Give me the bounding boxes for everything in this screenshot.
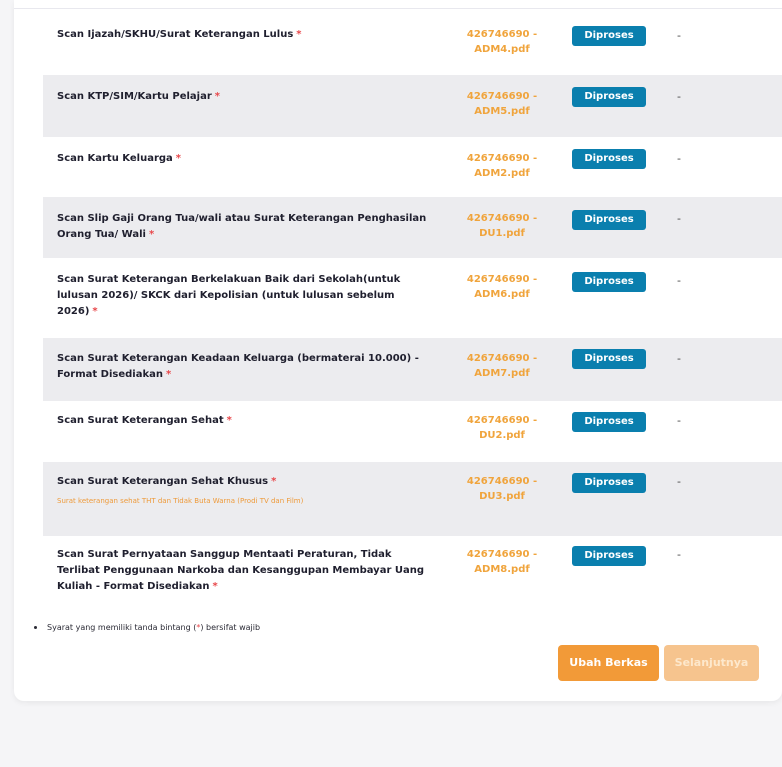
document-label: Scan KTP/SIM/Kartu Pelajar * — [57, 91, 220, 102]
remark-text: - — [677, 548, 681, 561]
required-star: * — [271, 476, 277, 487]
status-badge: Diproses — [572, 26, 646, 46]
document-label: Scan Kartu Keluarga * — [57, 153, 182, 164]
file-link[interactable]: 426746690 - DU1.pdf — [462, 211, 542, 241]
remark-text: - — [677, 352, 681, 365]
required-star: * — [214, 91, 220, 102]
edit-files-button[interactable]: Ubah Berkas — [558, 645, 659, 681]
remark-text: - — [677, 29, 681, 42]
required-footnote: Syarat yang memiliki tanda bintang (*) b… — [34, 623, 260, 632]
required-star: * — [165, 369, 172, 380]
table-row: Scan Ijazah/SKHU/Surat Keterangan Lulus *… — [43, 10, 782, 74]
document-label: Scan Surat Keterangan Sehat * — [57, 415, 232, 426]
required-star: * — [226, 415, 232, 426]
remark-text: - — [677, 414, 681, 427]
document-label: Scan Surat Keterangan Sehat Khusus * Surat… — [57, 474, 437, 506]
table-row: Scan Surat Keterangan Sehat Khusus * Surat… — [43, 462, 782, 536]
remark-text: - — [677, 274, 681, 287]
file-link[interactable]: 426746690 - DU3.pdf — [462, 474, 542, 504]
required-star: * — [175, 153, 182, 164]
table-row: Scan Surat Pernyataan Sanggup Mentaati P… — [43, 536, 782, 606]
file-link[interactable]: 426746690 - ADM6.pdf — [462, 272, 542, 302]
remark-text: - — [677, 212, 681, 225]
status-badge: Diproses — [572, 87, 646, 107]
remark-text: - — [677, 475, 681, 488]
status-badge: Diproses — [572, 272, 646, 292]
file-link[interactable]: 426746690 - ADM4.pdf — [462, 27, 542, 57]
status-badge: Diproses — [572, 412, 646, 432]
status-badge: Diproses — [572, 473, 646, 493]
required-star: * — [212, 581, 218, 592]
remark-text: - — [677, 90, 681, 103]
required-star: * — [148, 229, 155, 240]
table-row: Scan Slip Gaji Orang Tua/wali atau Surat… — [43, 197, 782, 258]
file-link[interactable]: 426746690 - ADM8.pdf — [462, 547, 542, 577]
next-button[interactable]: Selanjutnya — [664, 645, 759, 681]
table-row: Scan KTP/SIM/Kartu Pelajar * 426746690 -A… — [43, 75, 782, 137]
document-label: Scan Slip Gaji Orang Tua/wali atau Surat… — [57, 213, 427, 240]
table-row: Scan Surat Keterangan Keadaan Keluarga (… — [43, 338, 782, 401]
status-badge: Diproses — [572, 349, 646, 369]
document-label: Scan Surat Keterangan Keadaan Keluarga (… — [57, 353, 419, 380]
status-badge: Diproses — [572, 546, 646, 566]
status-badge: Diproses — [572, 149, 646, 169]
file-link[interactable]: 426746690 - ADM2.pdf — [462, 151, 542, 181]
required-star: * — [92, 306, 98, 317]
remark-text: - — [677, 152, 681, 165]
file-link[interactable]: 426746690 - ADM7.pdf — [462, 351, 542, 381]
documents-card: Scan Ijazah/SKHU/Surat Keterangan Lulus *… — [14, 0, 782, 701]
document-label: Scan Surat Keterangan Berkelakuan Baik d… — [57, 274, 401, 317]
table-row: Scan Surat Keterangan Berkelakuan Baik d… — [43, 258, 782, 338]
bullet-icon — [34, 626, 37, 629]
table-row: Scan Surat Keterangan Sehat * 426746690 -… — [43, 401, 782, 462]
required-star: * — [296, 29, 302, 40]
document-label: Scan Ijazah/SKHU/Surat Keterangan Lulus * — [57, 29, 302, 40]
status-badge: Diproses — [572, 210, 646, 230]
file-link[interactable]: 426746690 - ADM5.pdf — [462, 89, 542, 119]
table-row: Scan Kartu Keluarga * 426746690 - ADM2.pdf… — [43, 137, 782, 197]
divider — [14, 8, 782, 9]
document-label: Scan Surat Pernyataan Sanggup Mentaati P… — [57, 549, 425, 592]
file-link[interactable]: 426746690 - DU2.pdf — [462, 413, 542, 443]
document-note: Surat keterangan sehat THT dan Tidak But… — [57, 497, 304, 505]
